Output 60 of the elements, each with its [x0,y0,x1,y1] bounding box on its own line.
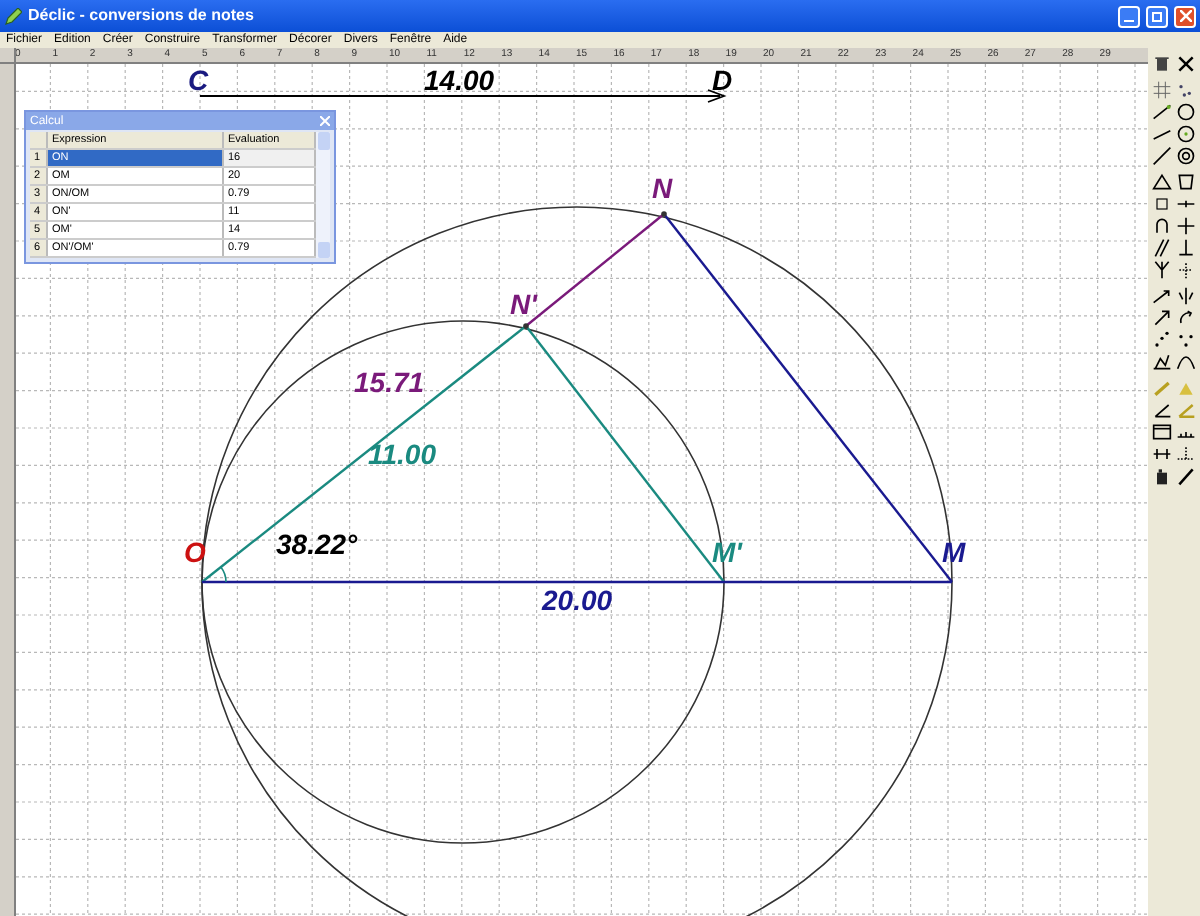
cross-icon [1176,215,1196,235]
toolbar-button[interactable] [1151,350,1173,372]
toolbar-button[interactable] [1175,52,1197,74]
perpendicular-icon [1176,237,1196,257]
toolbar-button[interactable] [1175,170,1197,192]
point-dot [661,211,667,217]
measure-label: 20.00 [542,584,613,616]
toolbar-button[interactable] [1151,144,1173,166]
line-icon [1152,101,1172,121]
circle-icon [1176,123,1196,143]
point-label: N [652,172,673,204]
table-corner [30,132,48,148]
pencil-icon [4,7,22,25]
rotation-icon [1176,307,1196,327]
triangle-icon [1152,171,1172,191]
toolbar-button[interactable] [1175,100,1197,122]
line-icon [1152,145,1172,165]
curve-icon [1176,351,1196,371]
point-label: N' [510,288,537,320]
dots-icon [1176,329,1196,349]
angle-arc [220,566,227,583]
polygon-icon [1176,171,1196,191]
toolbar-button[interactable] [1151,236,1173,258]
point-dot [523,323,529,329]
graph-icon [1152,351,1172,371]
trash-icon [1152,53,1172,73]
pencil-icon [1176,465,1196,485]
toolbar-button[interactable] [1151,100,1173,122]
toolbar-button[interactable] [1175,144,1197,166]
toolbar-button[interactable] [1151,420,1173,442]
point-label: D [712,64,733,96]
angle-icon [1176,399,1196,419]
arc-icon [1152,215,1172,235]
toolbar-button[interactable] [1151,170,1173,192]
vector-icon [1152,285,1172,305]
angle-icon [1152,399,1172,419]
dots-icon [1152,329,1172,349]
dots-icon [1176,79,1196,99]
measure-label: 38.22° [276,528,358,560]
toolbar-button[interactable] [1151,306,1173,328]
toolbar-button[interactable] [1151,214,1173,236]
close-icon [1176,53,1196,73]
scrollbar[interactable] [316,132,330,258]
grid-icon [1152,79,1172,99]
arrow-icon [1152,307,1172,327]
window-title: Déclic - conversions de notes [28,4,256,28]
measure-label: 14.00 [424,64,495,96]
point-label: C [188,64,209,96]
window-icon [1152,421,1172,441]
toolbar-button[interactable] [1151,52,1173,74]
measure-label: 15.71 [354,366,425,398]
restore-button[interactable] [1146,5,1168,27]
circle-icon [1176,101,1196,121]
close-button[interactable] [1174,5,1196,27]
square-icon [1152,193,1172,213]
toolbar-button[interactable] [1175,122,1197,144]
measure-label: 11.00 [368,438,436,470]
parallel-lines-icon [1152,237,1172,257]
circle-icon [1176,145,1196,165]
minimize-button[interactable] [1118,5,1140,27]
